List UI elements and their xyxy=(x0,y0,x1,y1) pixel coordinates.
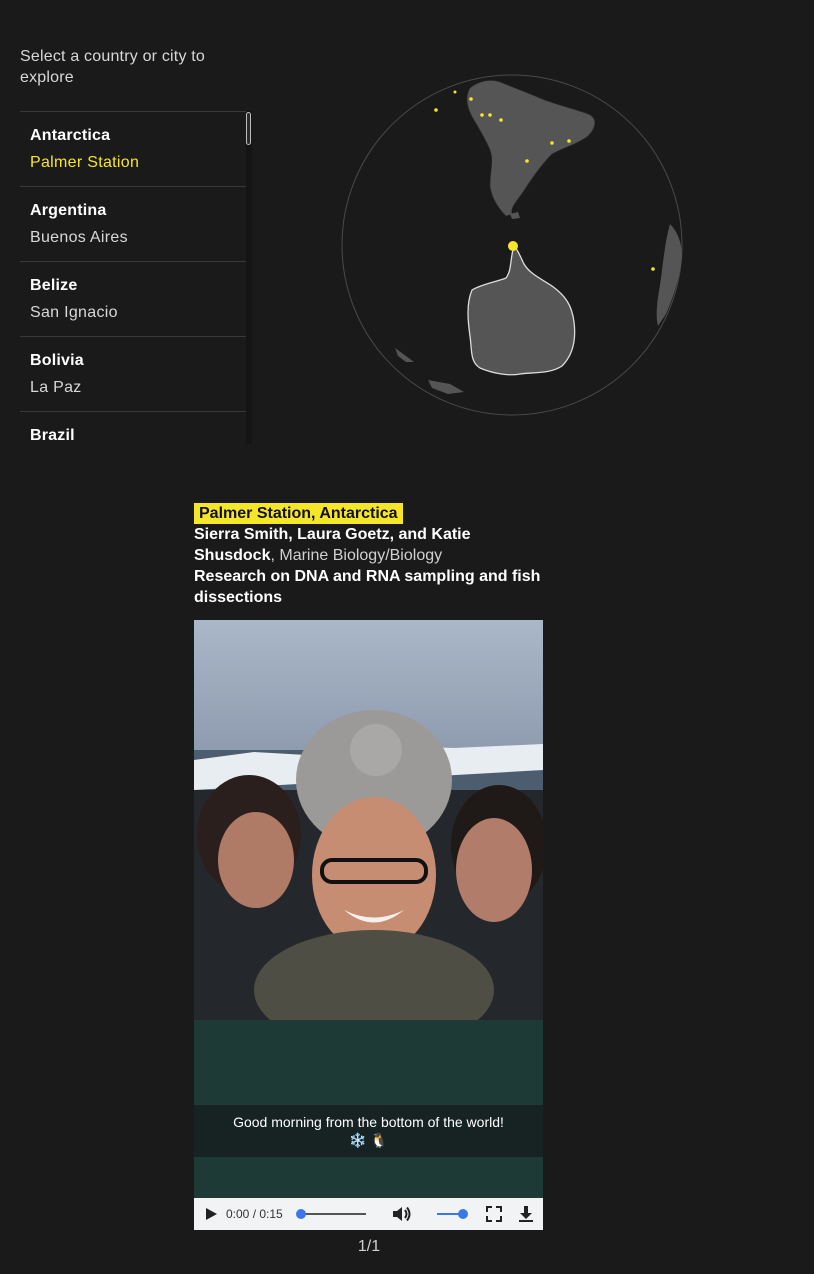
location-marker[interactable] xyxy=(480,113,484,117)
volume-icon xyxy=(393,1206,411,1222)
video-player[interactable]: Good morning from the bottom of the worl… xyxy=(194,620,543,1230)
list-scrollbar-track[interactable] xyxy=(246,111,252,444)
location-marker[interactable] xyxy=(508,241,518,251)
city-label[interactable]: La Paz xyxy=(30,379,82,397)
location-marker[interactable] xyxy=(434,108,438,112)
download-button[interactable] xyxy=(518,1198,534,1230)
seek-bar[interactable] xyxy=(296,1198,368,1230)
person-right-face xyxy=(456,818,532,922)
download-icon xyxy=(519,1206,533,1222)
video-controls: 0:00 / 0:15 xyxy=(194,1198,543,1230)
explore-prompt: Select a country or city to explore xyxy=(20,48,206,86)
mute-button[interactable] xyxy=(392,1198,412,1230)
location-marker[interactable] xyxy=(453,90,457,94)
location-marker[interactable] xyxy=(469,97,473,101)
slide-counter: 1/1 xyxy=(357,1238,381,1255)
location-marker[interactable] xyxy=(550,141,554,145)
list-item-belize[interactable]: Belize San Ignacio xyxy=(20,262,252,337)
volume-track xyxy=(437,1209,468,1219)
fullscreen-button[interactable] xyxy=(486,1198,502,1230)
globe-map[interactable] xyxy=(340,74,686,418)
location-marker[interactable] xyxy=(499,118,503,122)
beanie-pompom xyxy=(350,724,402,776)
country-label: Belize xyxy=(30,277,78,294)
list-item-brazil[interactable]: Brazil xyxy=(20,412,252,445)
fullscreen-icon xyxy=(486,1206,502,1222)
location-tag: Palmer Station, Antarctica xyxy=(194,503,403,524)
seek-track xyxy=(296,1209,366,1219)
research-description: Research on DNA and RNA sampling and fis… xyxy=(194,568,541,606)
play-icon xyxy=(206,1208,217,1220)
list-item-bolivia[interactable]: Bolivia La Paz xyxy=(20,337,252,412)
volume-slider[interactable] xyxy=(436,1198,470,1230)
person-left-face xyxy=(218,812,294,908)
country-label: Antarctica xyxy=(30,127,111,144)
list-item-antarctica[interactable]: Antarctica Palmer Station xyxy=(20,112,252,187)
video-caption-emoji: ❄️ 🐧 xyxy=(349,1132,388,1148)
field-of-study: , Marine Biology/Biology xyxy=(270,547,443,564)
story-caption: Palmer Station, Antarctica Sierra Smith,… xyxy=(194,503,544,608)
country-label: Brazil xyxy=(30,427,75,444)
time-display: 0:00 / 0:15 xyxy=(226,1207,283,1221)
location-marker[interactable] xyxy=(567,139,571,143)
list-item-argentina[interactable]: Argentina Buenos Aires xyxy=(20,187,252,262)
list-scrollbar-thumb[interactable] xyxy=(246,112,251,145)
play-button[interactable] xyxy=(204,1198,218,1230)
country-label: Bolivia xyxy=(30,352,84,369)
city-label[interactable]: San Ignacio xyxy=(30,304,118,322)
person-center-face xyxy=(312,797,436,953)
video-caption-text: Good morning from the bottom of the worl… xyxy=(233,1114,504,1130)
location-marker[interactable] xyxy=(525,159,529,163)
city-label[interactable]: Buenos Aires xyxy=(30,229,128,247)
location-marker[interactable] xyxy=(651,267,655,271)
location-marker[interactable] xyxy=(488,113,492,117)
video-caption: Good morning from the bottom of the worl… xyxy=(194,1105,543,1157)
city-label[interactable]: Palmer Station xyxy=(30,154,139,172)
country-label: Argentina xyxy=(30,202,107,219)
location-list[interactable]: Antarctica Palmer Station Argentina Buen… xyxy=(20,111,252,445)
